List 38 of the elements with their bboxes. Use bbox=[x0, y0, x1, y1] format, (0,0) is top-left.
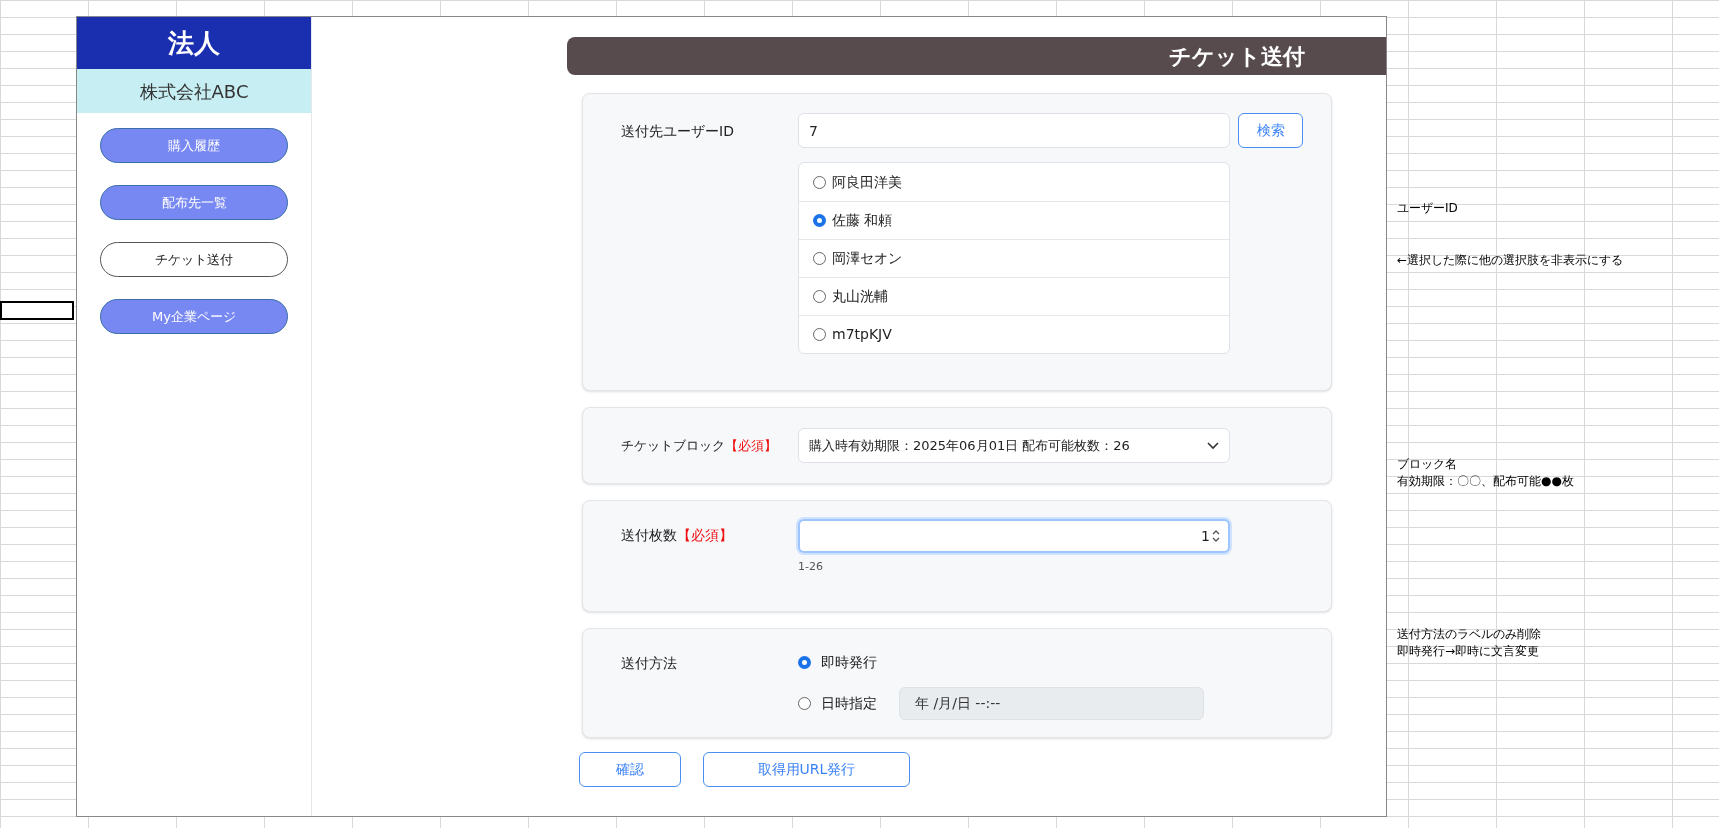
user-name[interactable]: 丸山洸輔 bbox=[832, 286, 888, 307]
field-label: 送付先ユーザーID bbox=[621, 122, 735, 141]
nav-button[interactable]: チケット送付 bbox=[100, 242, 288, 277]
cell-note: 有効期限：〇〇、配布可能●●枚 bbox=[1397, 473, 1574, 490]
field-label: 送付枚数【必須】 bbox=[621, 526, 734, 545]
radio-button[interactable] bbox=[813, 214, 826, 227]
spinner-icon[interactable] bbox=[1212, 529, 1220, 543]
radio-button[interactable] bbox=[813, 290, 826, 303]
cell-note: 送付方法のラベルのみ削除 bbox=[1397, 626, 1541, 643]
user-name[interactable]: 阿良田洋美 bbox=[832, 171, 902, 193]
cell-note: ←選択した際に他の選択肢を非表示にする bbox=[1397, 252, 1624, 269]
field-label: チケットブロック【必須】 bbox=[621, 436, 778, 455]
action-button[interactable]: 確認 bbox=[579, 752, 681, 787]
selected-cell[interactable] bbox=[0, 301, 74, 320]
radio-label[interactable]: 日時指定 bbox=[821, 693, 889, 714]
user-name[interactable]: 佐藤 和頼 bbox=[832, 210, 893, 231]
company-name: 株式会社ABC bbox=[77, 69, 311, 113]
user-name[interactable]: m7tpKJV bbox=[832, 324, 892, 345]
search-button[interactable]: 検索 bbox=[1238, 113, 1303, 148]
radio-button[interactable] bbox=[813, 175, 826, 189]
chevron-down-icon bbox=[1207, 441, 1219, 450]
ticket-block-select[interactable]: 購入時有効期限：2025年06月01日 配布可能枚数：26 bbox=[798, 428, 1230, 463]
range-hint: 1-26 bbox=[798, 559, 824, 575]
title-bar: チケット送付 bbox=[567, 37, 1386, 75]
field-label: 送付方法 bbox=[621, 654, 678, 673]
radio-label[interactable]: 即時発行 bbox=[821, 652, 889, 673]
quantity-field[interactable]: 1 bbox=[798, 519, 1230, 553]
radio-button[interactable] bbox=[813, 328, 826, 341]
sidebar-title: 法人 bbox=[77, 17, 311, 69]
cell-note: 即時発行→即時に文言変更 bbox=[1397, 643, 1541, 660]
user-name[interactable]: 岡澤セオン bbox=[832, 248, 902, 269]
action-button[interactable]: 取得用URL発行 bbox=[703, 752, 910, 787]
radio-button[interactable] bbox=[813, 252, 826, 265]
radio-button[interactable] bbox=[798, 656, 811, 669]
radio-button[interactable] bbox=[798, 697, 811, 710]
cell-note: ユーザーID bbox=[1397, 200, 1458, 217]
cell-note: ブロック名 bbox=[1397, 456, 1458, 473]
user-id-field[interactable]: 7 bbox=[798, 113, 1230, 148]
